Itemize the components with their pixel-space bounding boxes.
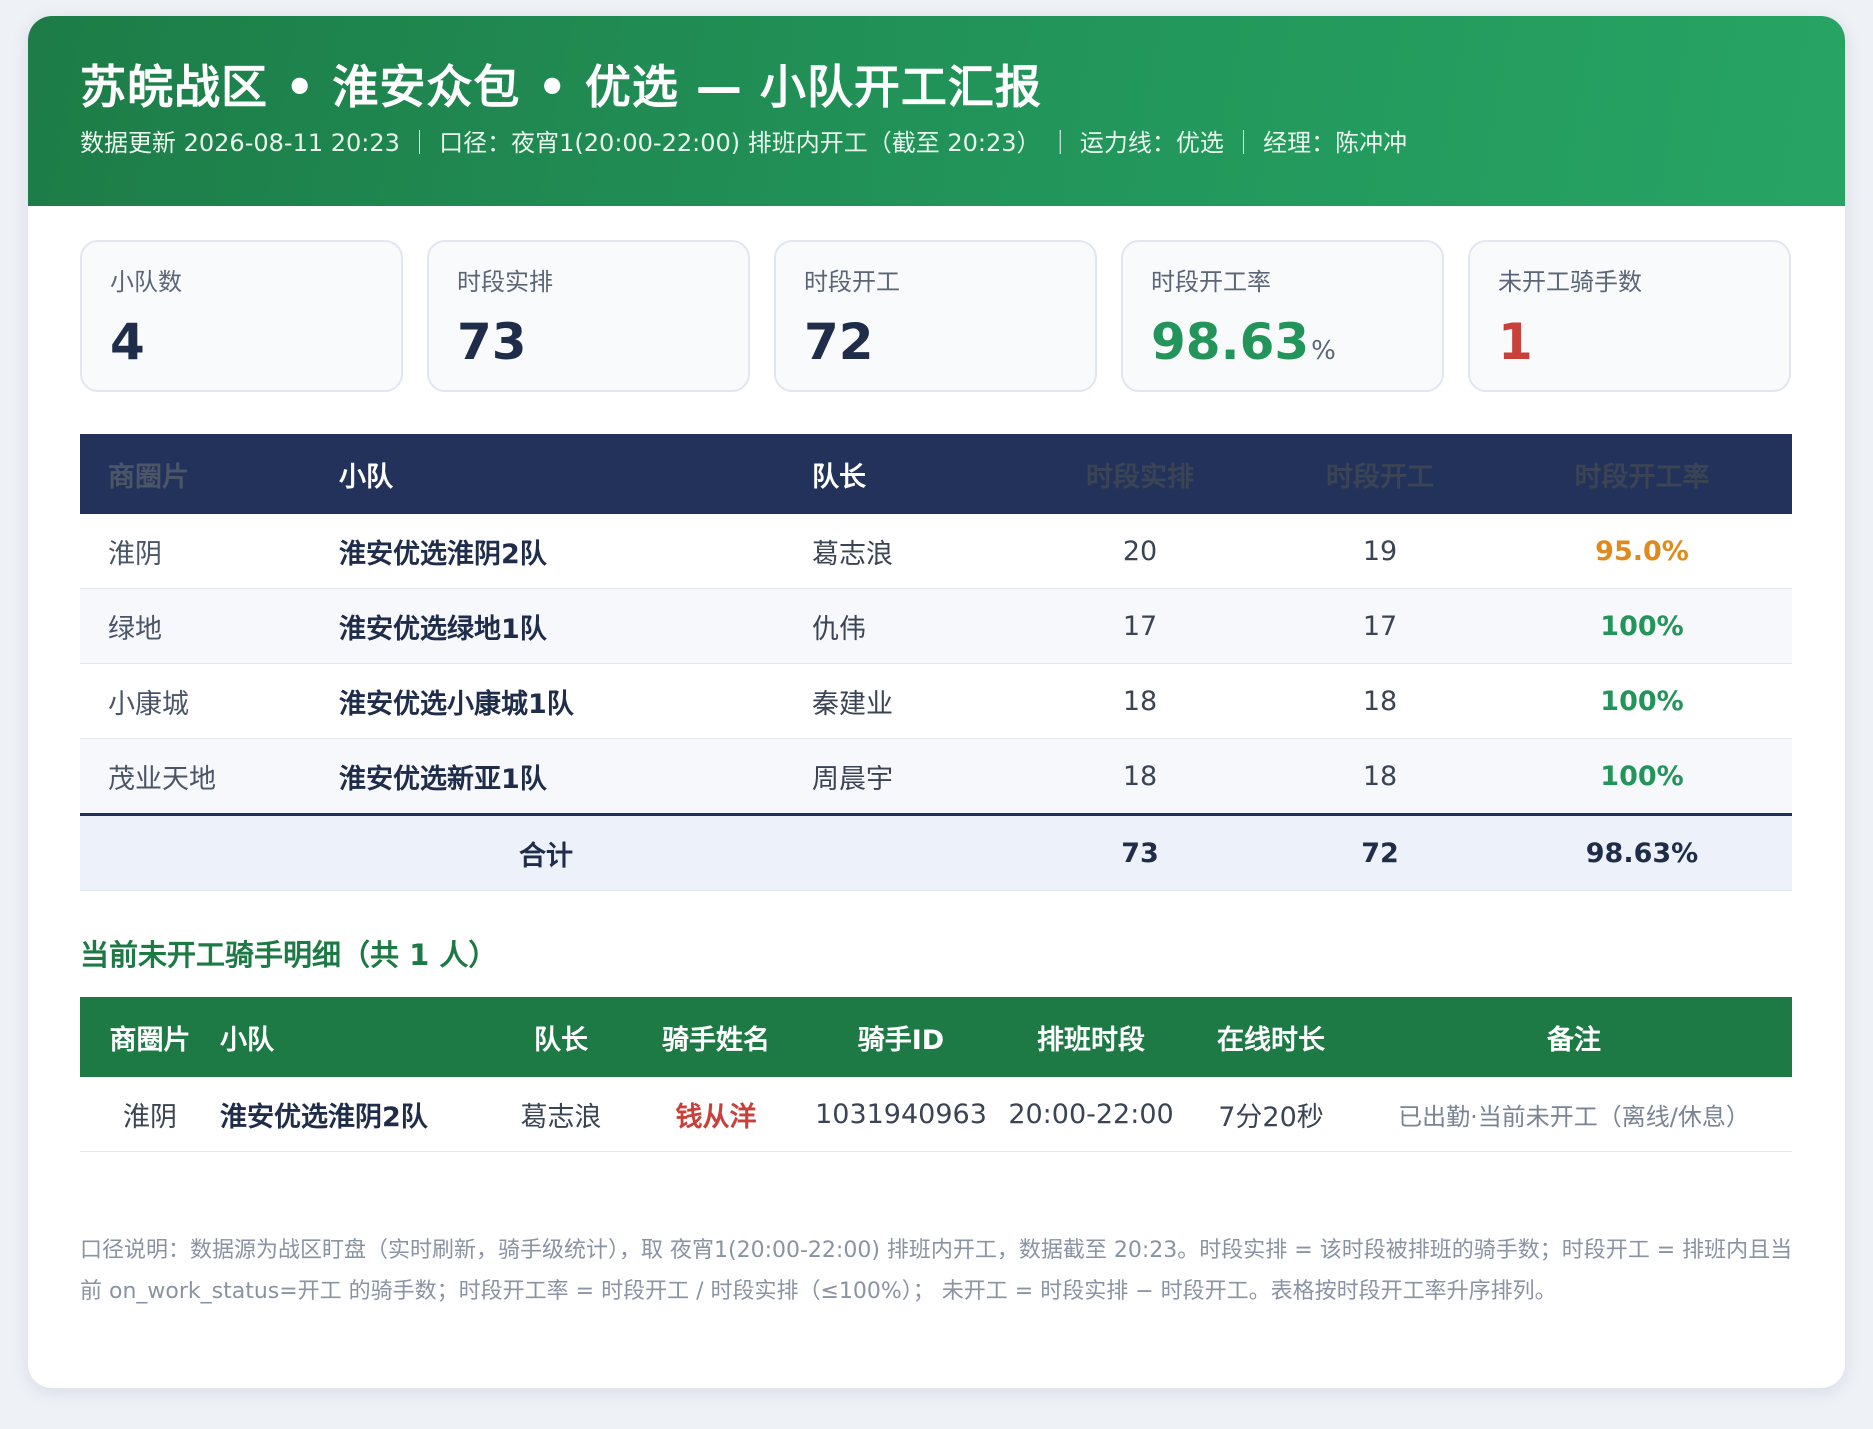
kpi-label: 时段实排 [457,268,553,296]
col-header-area[interactable]: 商圈片 [80,434,339,514]
report-subtitle: 数据更新 2026-08-11 20:23 ｜ 口径：夜宵1(20:00-22:… [80,129,1408,157]
total-label: 合计 [80,813,1012,891]
cell-area: 淮阴 [80,1077,220,1152]
col-header-rate[interactable]: 时段开工率 [1492,434,1792,514]
cell-rate: 100% [1492,663,1792,739]
cell-rider-id: 1031940963 [806,1077,996,1152]
cell-rate: 100% [1492,588,1792,664]
kpi-work-rate: 时段开工率 98.63% [1121,240,1444,392]
kpi-scheduled: 时段实排 73 [427,240,750,392]
kpi-value: 72 [804,313,874,371]
cell-working: 18 [1268,738,1492,815]
table-header-row: 商圈片 小队 队长 时段实排 时段开工 时段开工率 [80,434,1792,514]
col-header-team[interactable]: 小队 [339,434,812,514]
cell-working: 17 [1268,588,1492,664]
report-card: 苏皖战区 • 淮安众包 • 优选 — 小队开工汇报 数据更新 2026-08-1… [28,16,1845,1388]
kpi-value: 73 [457,313,527,371]
cell-team: 淮安优选绿地1队 [339,588,812,664]
table-row: 淮阴 淮安优选淮阴2队 葛志浪 钱从洋 1031940963 20:00-22:… [80,1077,1792,1152]
col-header-scheduled[interactable]: 时段实排 [1012,434,1268,514]
cell-rider-name: 钱从洋 [626,1077,806,1152]
rider-section-title: 当前未开工骑手明细（共 1 人） [80,938,498,972]
col-header-shift[interactable]: 排班时段 [996,997,1186,1077]
cell-team: 淮安优选小康城1队 [339,663,812,739]
team-table: 商圈片 小队 队长 时段实排 时段开工 时段开工率 淮阴 淮安优选淮阴2队 葛志… [80,434,1792,891]
col-header-team[interactable]: 小队 [220,997,496,1077]
report-content: 小队数 4 时段实排 73 时段开工 72 时段开工率 98.63% 未开工骑手… [28,240,1845,1312]
cell-rate: 95.0% [1492,514,1792,589]
col-header-remark[interactable]: 备注 [1356,997,1792,1077]
total-scheduled: 73 [1012,813,1268,891]
cell-scheduled: 17 [1012,588,1268,664]
kpi-rate-number: 98.63 [1151,313,1310,371]
kpi-row: 小队数 4 时段实排 73 时段开工 72 时段开工率 98.63% 未开工骑手… [80,240,1793,392]
table-row: 小康城 淮安优选小康城1队 秦建业 18 18 100% [80,663,1792,739]
kpi-label: 时段开工 [804,268,900,296]
kpi-working: 时段开工 72 [774,240,1097,392]
cell-team: 淮安优选淮阴2队 [339,514,812,589]
col-header-rider-id[interactable]: 骑手ID [806,997,996,1077]
page-title: 苏皖战区 • 淮安众包 • 优选 — 小队开工汇报 [80,60,1042,114]
kpi-label: 未开工骑手数 [1498,268,1642,296]
cell-area: 小康城 [80,663,339,739]
cell-remark: 已出勤·当前未开工（离线/休息） [1356,1077,1792,1152]
cell-working: 19 [1268,514,1492,589]
table-row: 绿地 淮安优选绿地1队 仇伟 17 17 100% [80,588,1792,664]
cell-rate: 100% [1492,738,1792,815]
cell-leader: 葛志浪 [496,1077,626,1152]
cell-team: 淮安优选淮阴2队 [220,1077,496,1152]
kpi-rate-unit: % [1311,336,1336,366]
cell-area: 茂业天地 [80,738,339,815]
table-row: 茂业天地 淮安优选新亚1队 周晨宇 18 18 100% [80,738,1792,815]
cell-shift: 20:00-22:00 [996,1077,1186,1152]
cell-scheduled: 18 [1012,738,1268,815]
kpi-value: 1 [1498,313,1533,371]
rider-table: 商圈片 小队 队长 骑手姓名 骑手ID 排班时段 在线时长 备注 淮阴 淮安优选… [80,997,1792,1152]
col-header-leader[interactable]: 队长 [496,997,626,1077]
cell-working: 18 [1268,663,1492,739]
kpi-team-count: 小队数 4 [80,240,403,392]
kpi-idle-riders: 未开工骑手数 1 [1468,240,1791,392]
cell-online: 7分20秒 [1186,1077,1356,1152]
total-rate: 98.63% [1492,813,1792,891]
table-total-row: 合计 73 72 98.63% [80,813,1792,891]
cell-leader: 仇伟 [812,588,1012,664]
rider-header-row: 商圈片 小队 队长 骑手姓名 骑手ID 排班时段 在线时长 备注 [80,997,1792,1077]
kpi-label: 时段开工率 [1151,268,1271,296]
cell-scheduled: 18 [1012,663,1268,739]
cell-area: 淮阴 [80,514,339,589]
col-header-rider-name[interactable]: 骑手姓名 [626,997,806,1077]
cell-area: 绿地 [80,588,339,664]
col-header-online[interactable]: 在线时长 [1186,997,1356,1077]
col-header-leader[interactable]: 队长 [812,434,1012,514]
report-header: 苏皖战区 • 淮安众包 • 优选 — 小队开工汇报 数据更新 2026-08-1… [28,16,1845,206]
footnote: 口径说明：数据源为战区盯盘（实时刷新，骑手级统计），取 夜宵1(20:00-22… [80,1238,1793,1304]
kpi-value: 98.63% [1151,310,1414,383]
cell-scheduled: 20 [1012,514,1268,589]
cell-team: 淮安优选新亚1队 [339,738,812,815]
total-working: 72 [1268,813,1492,891]
col-header-area[interactable]: 商圈片 [80,997,220,1077]
table-row: 淮阴 淮安优选淮阴2队 葛志浪 20 19 95.0% [80,514,1792,589]
col-header-working[interactable]: 时段开工 [1268,434,1492,514]
kpi-value: 4 [110,313,145,371]
cell-leader: 葛志浪 [812,514,1012,589]
cell-leader: 周晨宇 [812,738,1012,815]
cell-leader: 秦建业 [812,663,1012,739]
kpi-label: 小队数 [110,268,182,296]
